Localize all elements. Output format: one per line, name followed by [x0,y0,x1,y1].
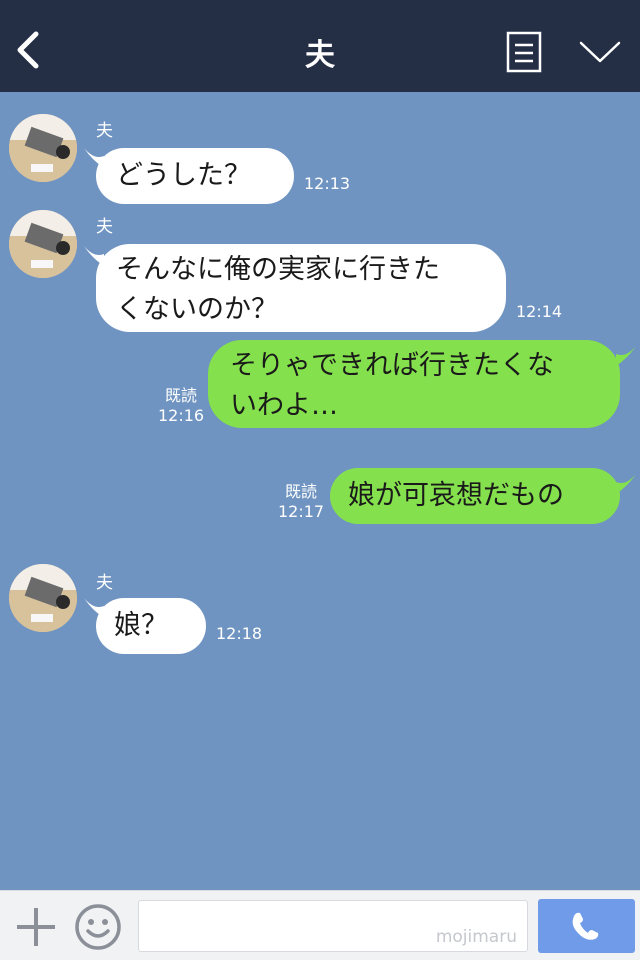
notes-icon [506,31,542,73]
menu-toggle-button[interactable] [578,34,622,70]
read-receipt: 既読 12:17 [278,482,324,522]
avatar-photo [9,114,77,182]
read-receipt: 既読 12:16 [158,386,204,426]
message-bubble[interactable]: 娘？ [96,598,206,654]
sender-name: 夫 [96,121,113,141]
plus-icon [17,908,55,946]
watermark: mojimaru [435,927,517,947]
message-time: 12:13 [304,174,351,193]
read-label: 既読 [285,482,318,501]
bubble-tail [616,474,636,494]
message-bubble[interactable]: 娘が可哀想だもの [330,468,620,524]
avatar[interactable] [9,114,77,182]
input-bar: mojimaru [0,890,640,960]
avatar-photo [9,564,77,632]
emoji-icon [75,904,121,950]
avatar[interactable] [9,564,77,632]
message-time: 12:14 [516,302,563,321]
bubble-tail [616,346,636,366]
call-button[interactable] [538,899,635,953]
phone-icon [572,912,599,940]
message-text: どうした？ [116,160,251,191]
avatar-photo [9,210,77,278]
emoji-button[interactable] [74,903,122,951]
sender-name: 夫 [96,573,113,593]
message-time: 12:16 [158,406,205,425]
message-time: 12:17 [278,502,325,521]
message-bubble[interactable]: どうした？ [96,148,294,204]
read-label: 既読 [165,386,198,405]
sender-name: 夫 [96,217,113,237]
message-time: 12:18 [216,624,263,643]
chevron-down-icon [579,41,621,63]
message-bubble[interactable]: そんなに俺の実家に行きた くないのか？ [96,244,506,332]
message-text: 娘？ [114,610,168,641]
message-text: 娘が可哀想だもの [348,480,564,511]
message-bubble[interactable]: そりゃできれば行きたくな いわよ… [208,340,620,428]
chat-title: 夫 [305,38,335,73]
chat-header: 夫 [0,0,640,92]
message-input[interactable]: mojimaru [138,900,528,952]
message-text-line: そりゃできれば行きたくな [230,350,554,381]
notes-button[interactable] [506,31,542,73]
message-text-line: くないのか？ [116,294,278,325]
message-text-line: いわよ… [230,390,338,421]
chat-area[interactable]: 夫 どうした？ 12:13 夫 そんなに俺の実家に行きた くないのか？ 12:1… [0,92,640,890]
message-text-line: そんなに俺の実家に行きた [116,254,440,285]
add-button[interactable] [14,905,58,949]
avatar[interactable] [9,210,77,278]
